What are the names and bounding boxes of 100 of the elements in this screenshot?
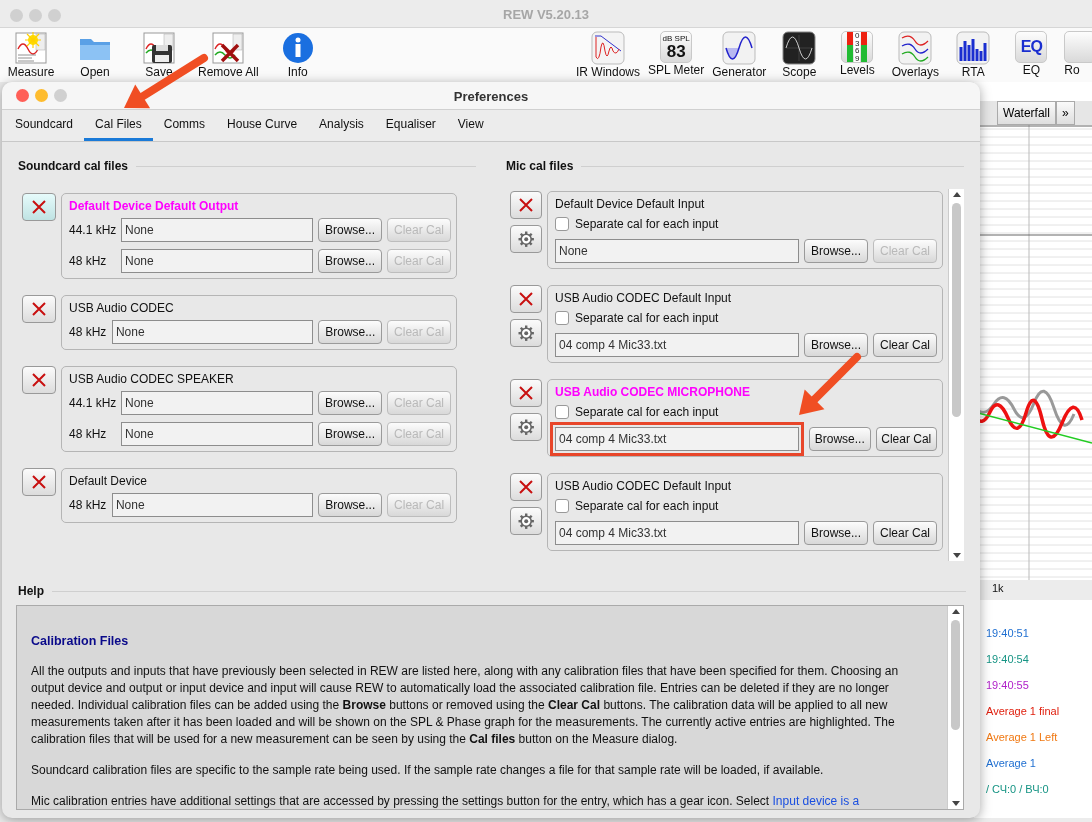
checkbox[interactable] [555, 311, 569, 325]
file-field[interactable]: None [111, 320, 314, 344]
browse-button[interactable]: Browse... [318, 422, 382, 446]
checkbox-label: Separate cal for each input [575, 310, 719, 327]
reading-value: 83 [666, 42, 686, 60]
tab[interactable]: Comms [152, 110, 217, 141]
delete-button[interactable] [22, 366, 56, 394]
section-heading: Soundcard cal files [18, 158, 129, 175]
toolbar-button[interactable]: dB SPL 83 SPL Meter [648, 31, 705, 77]
browse-button[interactable]: Browse... [318, 391, 382, 415]
close-icon [518, 385, 534, 401]
device-name: Default Device Default Output [69, 198, 240, 215]
delete-button[interactable] [510, 473, 542, 501]
scrollbar[interactable] [947, 606, 963, 809]
toolbar-icon [1064, 31, 1092, 63]
device-name: USB Audio CODEC MICROPHONE [555, 384, 751, 401]
tab[interactable]: View [446, 110, 495, 141]
settings-button[interactable] [510, 413, 542, 441]
rate-label: 48 kHz [69, 426, 108, 443]
clear-cal-button[interactable]: Clear Cal [873, 333, 937, 357]
settings-button[interactable] [510, 319, 542, 347]
tab[interactable]: Soundcard [4, 110, 85, 141]
settings-icon [517, 324, 535, 342]
delete-button[interactable] [22, 295, 56, 323]
file-field[interactable]: 04 comp 4 Mic33.txt [555, 333, 799, 357]
file-field[interactable]: None [121, 391, 313, 415]
settings-button[interactable] [510, 225, 542, 253]
file-field[interactable]: None [121, 422, 313, 446]
checkbox-label: Separate cal for each input [575, 498, 719, 515]
settings-icon [517, 230, 535, 248]
tab[interactable]: House Curve [216, 110, 309, 141]
browse-button[interactable]: Browse... [318, 249, 382, 273]
device-name: USB Audio CODEC SPEAKER [69, 371, 235, 388]
toolbar-button[interactable]: Save [134, 31, 184, 79]
settings-icon [517, 512, 535, 530]
tab[interactable]: Cal Files [84, 110, 153, 141]
help-paragraph: All the outputs and inputs that have previously been selected in REW are listed here, along with any calibration files that have been specified for them. Choosing an output device and output or input device and input will cause REW to automatically load the associated calibration file. Entries can be deleted if they are no longer needed. Individual calibration files can be added using the Browse buttons or removed using the Clear Cal buttons. The calibration data will be applied to all new measurements taken after it has been loaded and will be shown on the SPL & Phase graph for the measurements. The currently active entries are highlighted. The calibration files that will be used for a new measurement can be seen by using the Cal files button on the Measure dialog. [31, 663, 900, 748]
overlaid-curves-icon [898, 31, 933, 65]
device-name: Default Device [69, 473, 149, 490]
file-field[interactable]: 04 comp 4 Mic33.txt [555, 521, 799, 545]
tab[interactable]: Equaliser [374, 110, 447, 141]
section-heading: Mic cal files [506, 158, 574, 175]
section-heading: Help [18, 583, 44, 600]
rate-label: 44.1 kHz [69, 395, 116, 412]
settings-button[interactable] [510, 507, 542, 535]
clear-cal-button[interactable]: Clear Cal [873, 521, 937, 545]
tab[interactable]: Waterfall [997, 101, 1056, 125]
dialog-title: Preferences [453, 88, 529, 106]
rate-label: 48 kHz [69, 497, 107, 514]
scrollbar[interactable] [948, 189, 964, 561]
browse-button[interactable]: Browse... [804, 333, 868, 357]
browse-button[interactable]: Browse... [804, 521, 868, 545]
toolbar-button[interactable]: IR Windows [576, 31, 640, 79]
file-field[interactable]: None [111, 493, 314, 517]
toolbar-button[interactable]: Open [70, 31, 120, 79]
checkbox[interactable] [555, 217, 569, 231]
window-control[interactable] [16, 89, 29, 102]
toolbar-button[interactable]: EQ EQ [1006, 31, 1057, 77]
checkbox-label: Separate cal for each input [575, 404, 719, 421]
close-icon [518, 291, 534, 307]
rate-label: 48 kHz [69, 324, 107, 341]
toolbar-button[interactable]: Measure [6, 31, 56, 79]
toolbar-button[interactable]: Info [272, 31, 323, 79]
help-link[interactable]: Input device is a [772, 794, 860, 808]
toolbar-button[interactable]: Overlays [890, 31, 941, 79]
delete-button[interactable] [510, 285, 542, 313]
toolbar-button[interactable]: RTA [948, 31, 999, 79]
tab[interactable]: Analysis [308, 110, 375, 141]
checkbox-label: Separate cal for each input [575, 216, 719, 233]
chart-cross-icon [211, 31, 246, 65]
help-paragraph: Mic calibration entries have additional settings that are accessed by pressing the settings button for the entry, which has a gear icon. Select Input device is a [31, 793, 861, 809]
file-field[interactable]: 04 comp 4 Mic33.txt [555, 427, 799, 451]
browse-button[interactable]: Browse... [318, 493, 383, 517]
browse-button[interactable]: Browse... [318, 218, 382, 242]
file-field[interactable]: None [121, 249, 313, 273]
toolbar-button[interactable]: Generator [712, 31, 767, 79]
close-icon [31, 301, 47, 317]
close-icon [31, 372, 47, 388]
toolbar-button[interactable]: Scope [774, 31, 825, 79]
toolbar-button[interactable]: 0369 Levels [832, 31, 883, 77]
file-field[interactable]: None [121, 218, 313, 242]
sine-wave-icon [722, 31, 757, 65]
device-name: Default Device Default Input [555, 196, 706, 213]
device-name: USB Audio CODEC Default Input [555, 478, 733, 495]
delete-button[interactable] [510, 191, 542, 219]
toolbar-button[interactable]: Remove All [198, 31, 259, 79]
unit-label: dB SPL [662, 34, 690, 43]
delete-button[interactable] [510, 379, 542, 407]
oscilloscope-icon [782, 31, 817, 65]
checkbox[interactable] [555, 499, 569, 513]
file-field[interactable]: None [555, 239, 799, 263]
browse-button[interactable]: Browse... [804, 239, 868, 263]
delete-button[interactable] [22, 468, 56, 496]
toolbar-button[interactable]: Ro [1064, 31, 1092, 77]
browse-button[interactable]: Browse... [809, 427, 871, 451]
browse-button[interactable]: Browse... [318, 320, 383, 344]
clear-cal-button[interactable]: Clear Cal [875, 427, 937, 451]
checkbox[interactable] [555, 405, 569, 419]
delete-button[interactable] [22, 193, 56, 221]
help-paragraph: Soundcard calibration files are specific to the sample rate being used. If the sample rate changes a file for that sample rate will be loaded, if available. [31, 762, 825, 779]
